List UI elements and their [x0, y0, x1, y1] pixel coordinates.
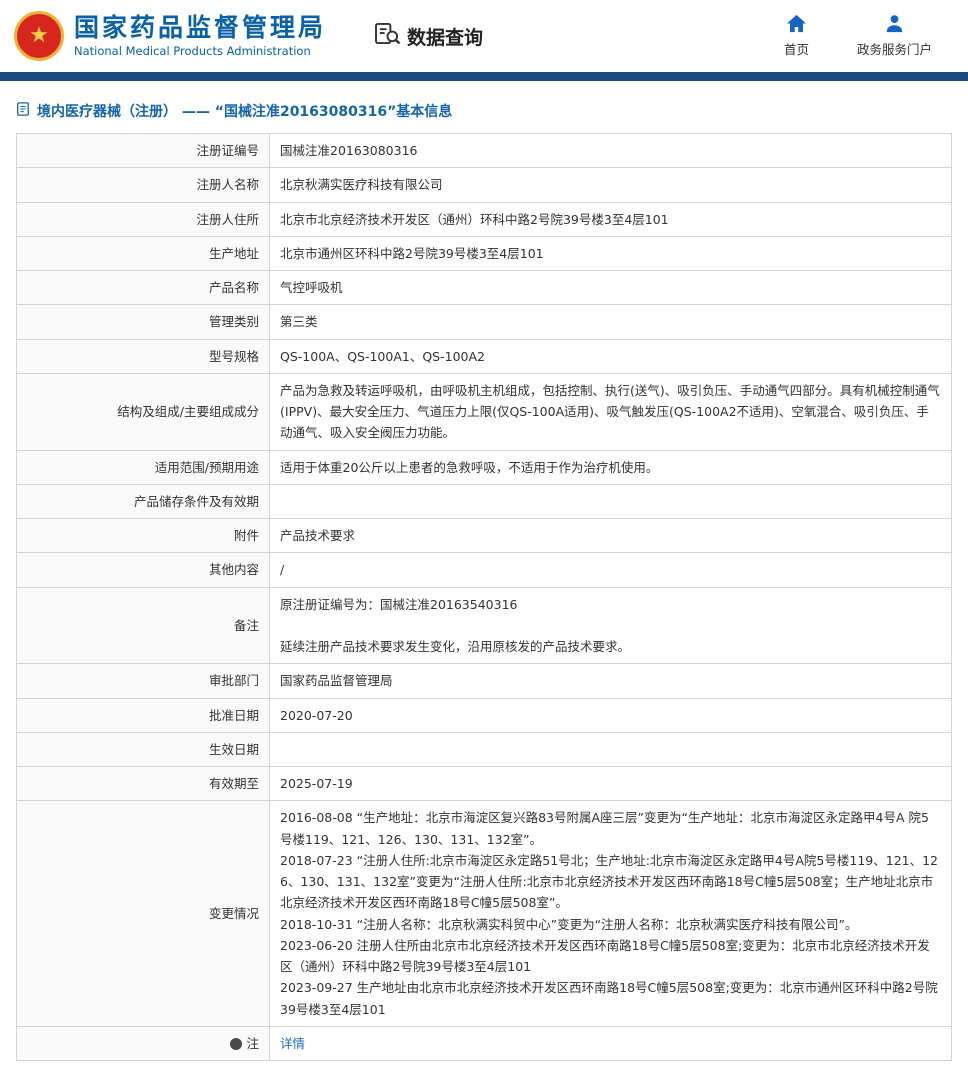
data-query-nav[interactable]: 数据查询 [374, 22, 483, 50]
table-row: 型号规格QS-100A、QS-100A1、QS-100A2 [17, 339, 952, 373]
table-row: 变更情况2016-08-08 “生产地址：北京市海淀区复兴路83号附属A座三层”… [17, 801, 952, 1027]
table-row: 生产地址北京市通州区环科中路2号院39号楼3至4层101 [17, 236, 952, 270]
data-query-icon [374, 22, 401, 50]
row-value: 2016-08-08 “生产地址：北京市海淀区复兴路83号附属A座三层”变更为“… [270, 801, 952, 1027]
table-row: 批准日期2020-07-20 [17, 698, 952, 732]
row-value: 适用于体重20公斤以上患者的急救呼吸，不适用于作为治疗机使用。 [270, 450, 952, 484]
row-value: / [270, 553, 952, 587]
org-title-block: 国家药品监督管理局 National Medical Products Admi… [74, 14, 326, 59]
row-value: 北京秋满实医疗科技有限公司 [270, 168, 952, 202]
row-label: 管理类别 [17, 305, 270, 339]
row-value: 原注册证编号为：国械注准20163540316 延续注册产品技术要求发生变化，沿… [270, 587, 952, 664]
row-label: 注册证编号 [17, 134, 270, 168]
row-label: 其他内容 [17, 553, 270, 587]
row-label: 型号规格 [17, 339, 270, 373]
row-label: 结构及组成/主要组成成分 [17, 373, 270, 450]
row-label: 审批部门 [17, 664, 270, 698]
table-row: 备注原注册证编号为：国械注准20163540316 延续注册产品技术要求发生变化… [17, 587, 952, 664]
home-icon [786, 14, 807, 36]
page-title: 境内医疗器械（注册） —— “国械注准20163080316”基本信息 [16, 101, 952, 121]
row-label: 生产地址 [17, 236, 270, 270]
row-value [270, 484, 952, 518]
row-label: 适用范围/预期用途 [17, 450, 270, 484]
main-content: 境内医疗器械（注册） —— “国械注准20163080316”基本信息 注册证编… [0, 101, 968, 1081]
row-value: QS-100A、QS-100A1、QS-100A2 [270, 339, 952, 373]
row-label: 备注 [17, 587, 270, 664]
table-row: 附件产品技术要求 [17, 519, 952, 553]
table-row: 有效期至2025-07-19 [17, 767, 952, 801]
person-icon [884, 14, 905, 36]
row-label: 注 [17, 1026, 270, 1060]
row-label: 产品名称 [17, 271, 270, 305]
nav-home-label: 首页 [784, 39, 809, 58]
row-label: 产品储存条件及有效期 [17, 484, 270, 518]
row-value: 产品为急救及转运呼吸机，由呼吸机主机组成，包括控制、执行(送气)、吸引负压、手动… [270, 373, 952, 450]
info-table-body: 注册证编号国械注准20163080316注册人名称北京秋满实医疗科技有限公司注册… [17, 134, 952, 1061]
header-divider-bar [0, 72, 968, 81]
note-icon [230, 1038, 242, 1050]
row-label: 有效期至 [17, 767, 270, 801]
table-row: 注册人住所北京市北京经济技术开发区（通州）环科中路2号院39号楼3至4层101 [17, 202, 952, 236]
row-label: 注册人名称 [17, 168, 270, 202]
table-row: 产品名称气控呼吸机 [17, 271, 952, 305]
row-label: 批准日期 [17, 698, 270, 732]
table-row: 其他内容/ [17, 553, 952, 587]
row-value: 产品技术要求 [270, 519, 952, 553]
table-row: 适用范围/预期用途适用于体重20公斤以上患者的急救呼吸，不适用于作为治疗机使用。 [17, 450, 952, 484]
row-value [270, 732, 952, 766]
table-row: 生效日期 [17, 732, 952, 766]
document-icon [16, 102, 30, 120]
org-name-en: National Medical Products Administration [74, 44, 326, 58]
row-value: 北京市北京经济技术开发区（通州）环科中路2号院39号楼3至4层101 [270, 202, 952, 236]
row-value: 国家药品监督管理局 [270, 664, 952, 698]
row-value: 2020-07-20 [270, 698, 952, 732]
row-value: 气控呼吸机 [270, 271, 952, 305]
row-label: 注册人住所 [17, 202, 270, 236]
data-query-label: 数据查询 [407, 23, 483, 50]
header: ★ 国家药品监督管理局 National Medical Products Ad… [0, 0, 968, 72]
detail-link[interactable]: 详情 [280, 1036, 305, 1051]
table-row: 注详情 [17, 1026, 952, 1060]
nav-portal[interactable]: 政务服务门户 [857, 14, 932, 58]
table-row: 管理类别第三类 [17, 305, 952, 339]
row-value: 北京市通州区环科中路2号院39号楼3至4层101 [270, 236, 952, 270]
org-name-cn: 国家药品监督管理局 [74, 14, 326, 43]
row-value: 2025-07-19 [270, 767, 952, 801]
table-row: 产品储存条件及有效期 [17, 484, 952, 518]
row-value: 国械注准20163080316 [270, 134, 952, 168]
row-label: 变更情况 [17, 801, 270, 1027]
nav-portal-label: 政务服务门户 [857, 39, 932, 58]
top-nav: 首页 政务服务门户 [784, 14, 954, 58]
emblem-star-icon: ★ [29, 25, 49, 47]
table-row: 注册人名称北京秋满实医疗科技有限公司 [17, 168, 952, 202]
row-label: 附件 [17, 519, 270, 553]
row-label: 生效日期 [17, 732, 270, 766]
table-row: 注册证编号国械注准20163080316 [17, 134, 952, 168]
row-value: 第三类 [270, 305, 952, 339]
row-value: 详情 [270, 1026, 952, 1060]
nav-home[interactable]: 首页 [784, 14, 809, 58]
table-row: 结构及组成/主要组成成分产品为急救及转运呼吸机，由呼吸机主机组成，包括控制、执行… [17, 373, 952, 450]
table-row: 审批部门国家药品监督管理局 [17, 664, 952, 698]
info-table: 注册证编号国械注准20163080316注册人名称北京秋满实医疗科技有限公司注册… [16, 133, 952, 1061]
page-title-text: 境内医疗器械（注册） —— “国械注准20163080316”基本信息 [37, 101, 452, 121]
national-emblem-logo: ★ [14, 11, 64, 61]
